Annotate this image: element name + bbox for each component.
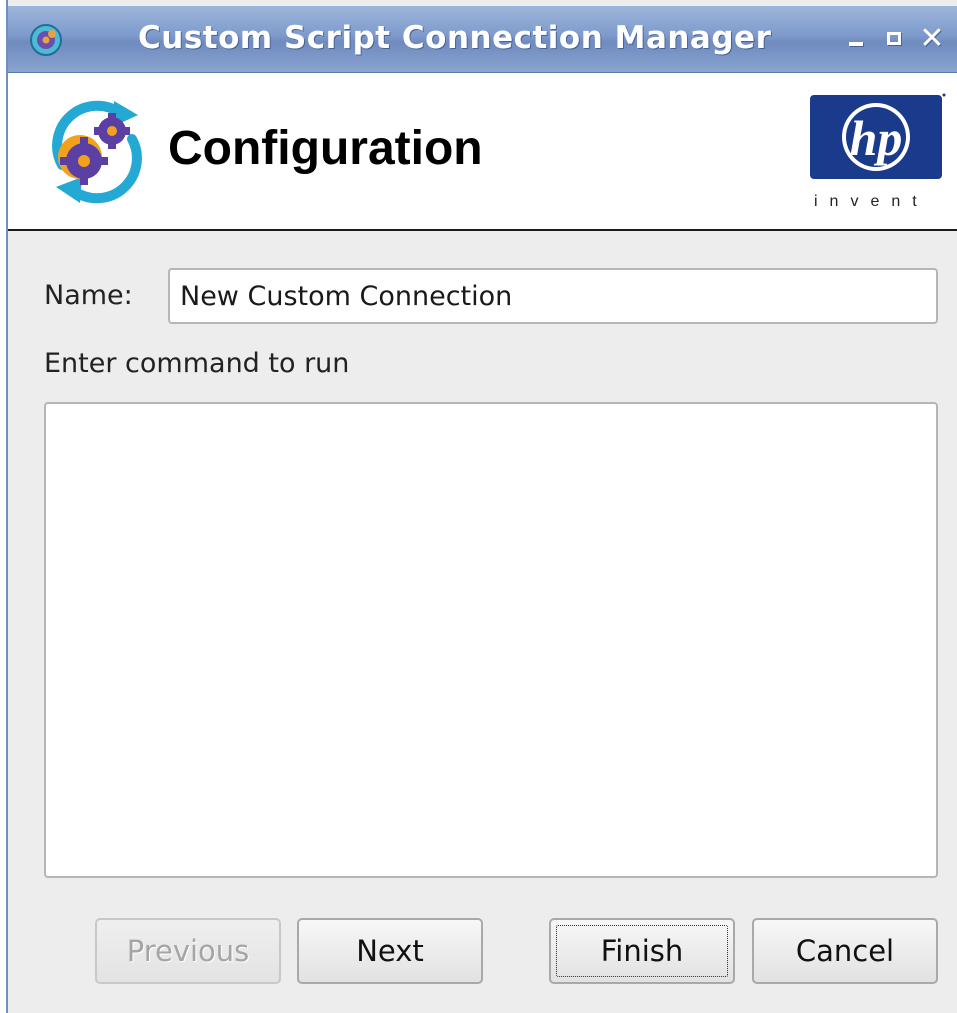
minimize-icon[interactable] [842,24,870,54]
command-textarea[interactable] [44,402,938,878]
name-input[interactable] [168,268,938,324]
command-label: Enter command to run [44,348,350,379]
previous-button[interactable]: Previous [95,918,281,984]
finish-button[interactable]: Finish [549,918,735,984]
page-title: Configuration [168,122,483,175]
close-icon[interactable]: ✕ [918,24,946,54]
window-title: Custom Script Connection Manager [138,20,772,56]
name-label: Name: [44,280,133,311]
dialog-window: Custom Script Connection Manager ✕ Confi… [6,0,957,1013]
header-banner: Configuration hp invent [8,73,957,231]
cancel-button[interactable]: Cancel [752,918,938,984]
focus-ring [556,925,728,977]
maximize-icon[interactable] [880,24,908,54]
next-button[interactable]: Next [297,918,483,984]
hp-logo-text: hp [850,110,903,166]
title-bar[interactable]: Custom Script Connection Manager ✕ [8,6,957,73]
hp-tagline: invent [814,193,929,210]
app-gears-icon[interactable] [28,22,64,58]
gears-refresh-icon [52,100,142,204]
